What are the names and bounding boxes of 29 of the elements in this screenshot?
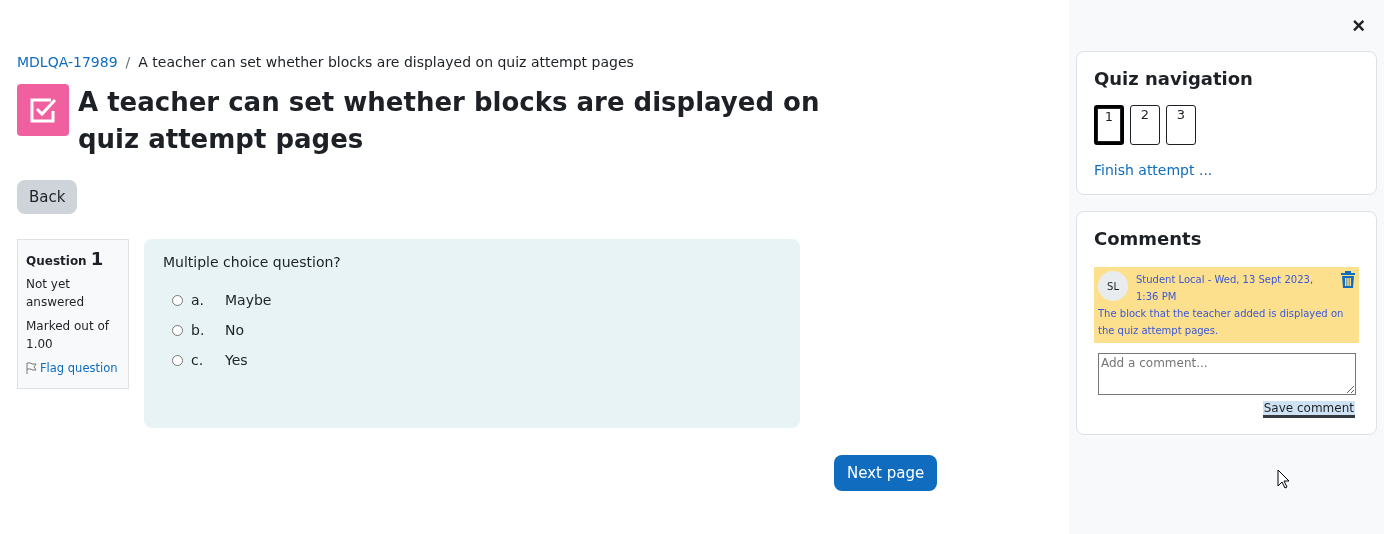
- close-button[interactable]: ×: [1340, 14, 1377, 38]
- question-page-button[interactable]: 3: [1166, 105, 1196, 145]
- card-title: Quiz navigation: [1094, 68, 1254, 89]
- card-title: Comments: [1094, 228, 1203, 249]
- question-page-button[interactable]: 2: [1130, 105, 1160, 145]
- option-letter: c.: [191, 352, 205, 368]
- back-button[interactable]: Back: [17, 180, 78, 214]
- comment-text: The block that the teacher added is displayed on the quiz attempt pages.: [1098, 307, 1345, 338]
- question-page-button[interactable]: 1: [1094, 105, 1124, 145]
- question-text: Multiple choice question?: [163, 254, 342, 270]
- option-letter: a.: [191, 292, 206, 308]
- save-comment-button[interactable]: Save comment: [1262, 401, 1355, 418]
- question-state: Not yet answered: [26, 276, 86, 311]
- finish-attempt-link[interactable]: Finish attempt ...: [1094, 162, 1359, 178]
- comment-field[interactable]: Add a comment...: [1098, 353, 1356, 395]
- page-title: A teacher can set whether blocks are displayed on quiz attempt pages: [78, 86, 821, 156]
- flag-question-link[interactable]: Flag question: [26, 361, 118, 375]
- next-page-button[interactable]: Next page: [834, 455, 938, 491]
- breadcrumb-current: A teacher can set whether blocks are displayed on quiz attempt pages: [138, 54, 634, 70]
- breadcrumb-link[interactable]: MDLQA-17989: [17, 54, 118, 70]
- breadcrumb-separator: /: [125, 54, 131, 70]
- option-label: Maybe: [225, 292, 272, 308]
- avatar: SL: [1098, 271, 1128, 301]
- comment-meta: Student Local - Wed, 13 Sept 2023, 1:36 PM: [1136, 273, 1315, 304]
- option-letter: b.: [191, 322, 206, 338]
- question-number: Question 1: [26, 248, 105, 269]
- option-label: Yes: [225, 352, 248, 368]
- option-label: No: [225, 322, 245, 338]
- question-marks: Marked out of 1.00: [26, 318, 111, 353]
